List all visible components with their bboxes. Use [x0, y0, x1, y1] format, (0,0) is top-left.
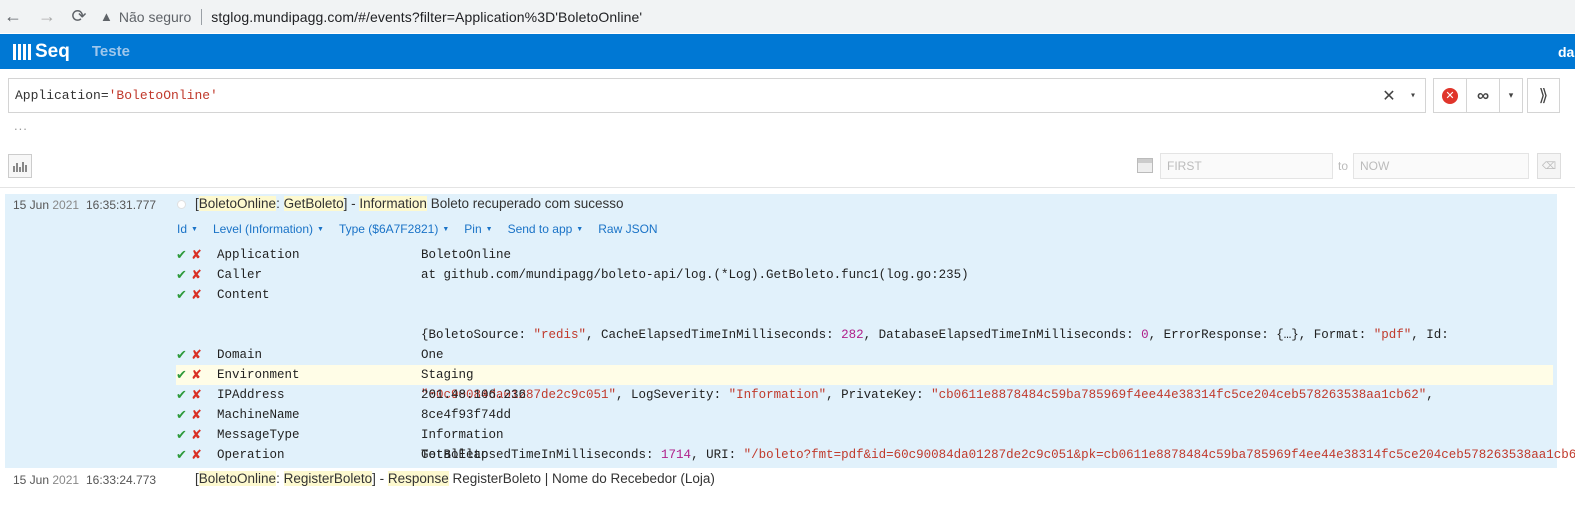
address-separator [201, 8, 203, 25]
include-check-icon[interactable]: ✔ [176, 285, 189, 305]
type-menu[interactable]: Type ($6A7F2821) ▼ [339, 222, 449, 236]
range-to-label: to [1338, 159, 1349, 173]
address-bar[interactable]: ▲ Não seguro stglog.mundipagg.com/#/even… [100, 3, 1575, 31]
id-menu[interactable]: Id ▼ [177, 222, 198, 236]
exclude-x-icon[interactable]: ✘ [191, 345, 204, 365]
back-arrow-icon[interactable]: ← [0, 4, 26, 30]
clear-filter-icon[interactable]: ✕ [1377, 86, 1401, 106]
exclude-x-icon[interactable]: ✘ [191, 365, 204, 385]
filter-query-value: 'BoletoOnline' [108, 88, 218, 103]
property-row: ✔ ✘ IPAddress 201.48.106.236 [176, 385, 1553, 405]
property-name: Application [217, 248, 300, 262]
exclude-x-icon[interactable]: ✘ [191, 425, 204, 445]
event-row[interactable]: 15 Jun 2021 16:33:24.773 [BoletoOnline: … [5, 470, 1557, 486]
clear-range-icon[interactable]: ⌫ [1537, 153, 1561, 179]
filter-query-key: Application= [15, 88, 109, 103]
include-check-icon[interactable]: ✔ [176, 385, 189, 405]
tail-options-dropdown-icon[interactable]: ▾ [1500, 78, 1523, 113]
property-row: ✔ ✘ MachineName 8ce4f93f74dd [176, 405, 1553, 425]
include-check-icon[interactable]: ✔ [176, 425, 189, 445]
exclude-x-icon[interactable]: ✘ [191, 405, 204, 425]
query-ellipsis[interactable]: ... [14, 118, 28, 133]
logo-bars-icon [13, 43, 31, 60]
property-value: Staging [421, 368, 474, 382]
expand-signals-button[interactable]: ⟫ [1527, 78, 1560, 113]
property-value: at github.com/mundipagg/boleto-api/log.(… [421, 268, 969, 282]
event-message[interactable]: [BoletoOnline: GetBoleto] - Information … [195, 196, 624, 211]
property-row: ✔ ✘ Content {BoletoSource: "redis", Cache… [176, 285, 1575, 462]
event-properties: ✔ ✘ Application BoletoOnline ✔ ✘ Caller at… [176, 245, 1575, 465]
property-row: ✔ ✘ Application BoletoOnline [176, 245, 1553, 265]
include-check-icon[interactable]: ✔ [176, 265, 189, 285]
tail-button[interactable]: ∞ [1467, 78, 1500, 113]
event-date: 15 Jun 2021 [13, 473, 80, 486]
logo-text: Seq [35, 40, 70, 62]
property-name: Content [217, 288, 270, 302]
raw-json-link[interactable]: Raw JSON [598, 222, 657, 236]
exclude-x-icon[interactable]: ✘ [191, 265, 204, 285]
property-value: GetBoleto [421, 448, 489, 462]
property-row: ✔ ✘ Caller at github.com/mundipagg/boleto… [176, 265, 1553, 285]
seq-logo[interactable]: Seq [13, 41, 70, 63]
security-label[interactable]: Não seguro [119, 9, 191, 25]
user-menu[interactable]: da [1558, 44, 1575, 60]
calendar-icon[interactable] [1137, 158, 1153, 173]
content-line-1: {BoletoSource: "redis", CacheElapsedTime… [421, 328, 1449, 342]
include-check-icon[interactable]: ✔ [176, 445, 189, 465]
event-actions: Id ▼ Level (Information) ▼ Type ($6A7F2821… [177, 222, 673, 236]
property-value: Information [421, 428, 504, 442]
property-name: Domain [217, 348, 263, 362]
property-value: 8ce4f93f74dd [421, 408, 512, 422]
property-row: ✔ ✘ Domain One [176, 345, 1553, 365]
property-name: MessageType [217, 428, 300, 442]
property-name: MachineName [217, 408, 300, 422]
exclude-x-icon[interactable]: ✘ [191, 245, 204, 265]
pin-menu[interactable]: Pin ▼ [464, 222, 492, 236]
clear-signal-button[interactable]: ✕ [1433, 78, 1467, 113]
filter-input[interactable]: Application= 'BoletoOnline' ✕ ▾ [8, 78, 1426, 113]
include-check-icon[interactable]: ✔ [176, 245, 189, 265]
property-name: Environment [217, 368, 300, 382]
include-check-icon[interactable]: ✔ [176, 405, 189, 425]
filter-history-dropdown-icon[interactable]: ▾ [1401, 90, 1425, 102]
property-value: One [421, 348, 444, 362]
property-name: Caller [217, 268, 263, 282]
histogram-chart-icon[interactable] [8, 154, 32, 178]
remove-circle-icon: ✕ [1442, 87, 1458, 104]
event-row-expanded[interactable]: 15 Jun 2021 16:35:31.777 [BoletoOnline: … [5, 194, 1575, 468]
event-level-indicator [177, 200, 186, 209]
include-check-icon[interactable]: ✔ [176, 345, 189, 365]
property-value: 201.48.106.236 [421, 388, 527, 402]
url-text[interactable]: stglog.mundipagg.com/#/events?filter=App… [211, 9, 642, 25]
property-row: ✔ ✘ MessageType Information [176, 425, 1553, 445]
property-name: Operation [217, 448, 285, 462]
range-to-input[interactable]: NOW [1353, 153, 1529, 179]
exclude-x-icon[interactable]: ✘ [191, 285, 204, 305]
exclude-x-icon[interactable]: ✘ [191, 445, 204, 465]
event-message[interactable]: [BoletoOnline: RegisterBoleto] - Respons… [195, 471, 715, 486]
warning-triangle-icon[interactable]: ▲ [100, 9, 113, 24]
event-date: 15 Jun 2021 [13, 198, 80, 212]
app-header: Seq Teste da [0, 34, 1575, 69]
filter-row: Application= 'BoletoOnline' ✕ ▾ ✕ ∞ ▾ ⟫ [8, 78, 1560, 113]
property-row-highlighted: ✔ ✘ Environment Staging [176, 365, 1553, 385]
toolbar-row: FIRST to NOW ⌫ [0, 150, 1575, 184]
forward-arrow-icon[interactable]: → [34, 4, 60, 30]
event-time: 16:35:31.777 [86, 198, 157, 212]
exclude-x-icon[interactable]: ✘ [191, 385, 204, 405]
property-value: BoletoOnline [421, 248, 512, 262]
browser-toolbar: ← → ⟳ ▲ Não seguro stglog.mundipagg.com/… [0, 0, 1575, 33]
toolbar-divider [0, 187, 1575, 188]
send-to-app-menu[interactable]: Send to app ▼ [508, 222, 584, 236]
workspace-name[interactable]: Teste [92, 43, 130, 60]
level-menu[interactable]: Level (Information) ▼ [213, 222, 324, 236]
range-from-input[interactable]: FIRST [1160, 153, 1333, 179]
property-row: ✔ ✘ Operation GetBoleto [176, 445, 1553, 465]
event-time: 16:33:24.773 [86, 473, 157, 486]
include-check-icon[interactable]: ✔ [176, 365, 189, 385]
property-name: IPAddress [217, 388, 285, 402]
reload-icon[interactable]: ⟳ [66, 4, 92, 30]
